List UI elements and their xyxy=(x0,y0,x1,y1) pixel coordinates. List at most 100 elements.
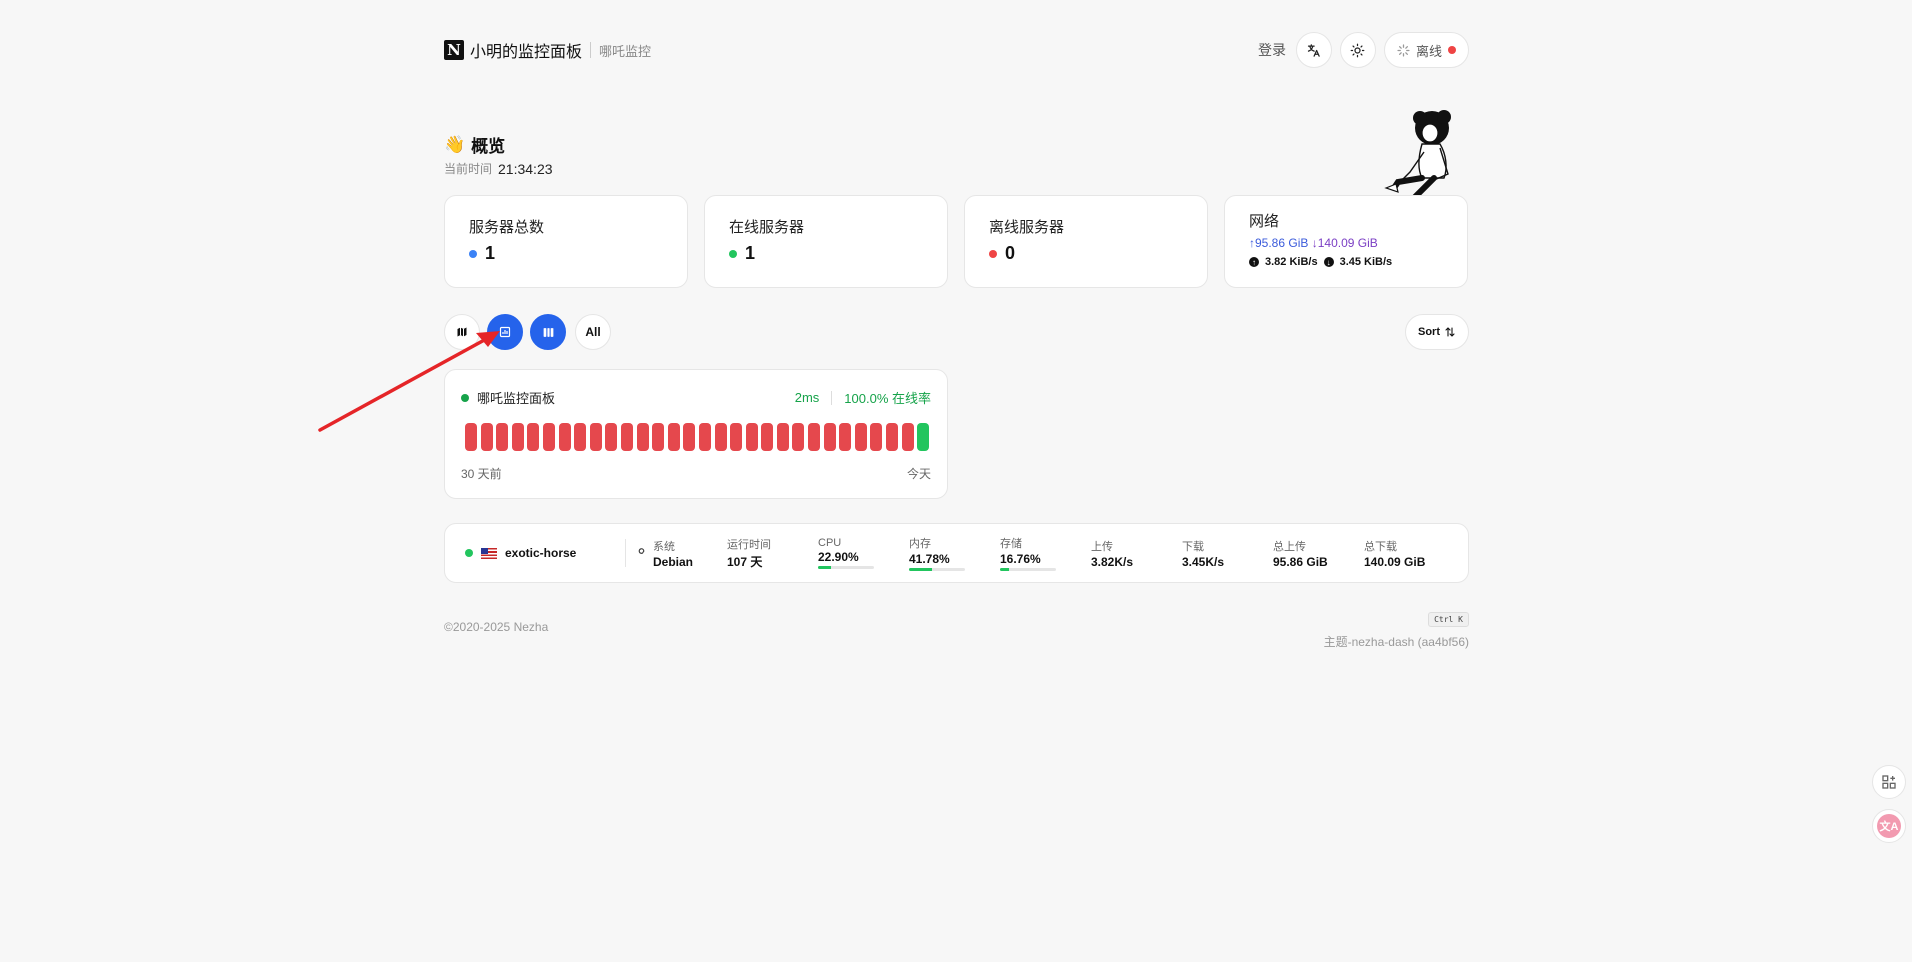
floating-translate-button[interactable]: 文A xyxy=(1872,809,1906,843)
uptime-day-bar[interactable] xyxy=(792,423,805,451)
total-servers-value: 1 xyxy=(485,243,496,263)
uptime-day-bar[interactable] xyxy=(698,423,711,451)
uptime-day-bar[interactable] xyxy=(761,423,774,451)
command-shortcut-hint[interactable]: Ctrl K xyxy=(1428,612,1469,627)
total-upload-label: 总上传 xyxy=(1273,540,1306,553)
current-time: 当前时间 21:34:23 xyxy=(444,160,553,177)
uptime-day-bar[interactable] xyxy=(714,423,727,451)
uptime-day-bar[interactable] xyxy=(496,423,509,451)
loading-spinner-icon xyxy=(1397,43,1410,57)
total-servers-card[interactable]: 服务器总数 1 xyxy=(444,195,688,288)
uptime-day-bar[interactable] xyxy=(854,423,867,451)
us-flag-icon xyxy=(481,547,497,559)
uptime-day-bar[interactable] xyxy=(558,423,571,451)
chart-view-button[interactable] xyxy=(487,314,523,350)
server-row[interactable]: exotic-horse 系统 Debian 运行时间 107 天 CPU 22… xyxy=(444,523,1469,583)
theme-info[interactable]: 主题-nezha-dash (aa4bf56) xyxy=(1324,633,1469,650)
online-servers-card[interactable]: 在线服务器 1 xyxy=(704,195,948,288)
filter-all-button[interactable]: All xyxy=(575,314,611,350)
uptime-day-bar[interactable] xyxy=(574,423,587,451)
uptime-day-bar[interactable] xyxy=(683,423,696,451)
service-monitor-card[interactable]: 哪吒监控面板 2ms 100.0% 在线率 30 天前 今天 xyxy=(444,369,948,499)
connection-status-label: 离线 xyxy=(1415,43,1442,59)
uptime-day-bar[interactable] xyxy=(652,423,665,451)
uptime-history-bars xyxy=(461,423,931,451)
total-upload-value: 95.86 GiB xyxy=(1273,554,1328,569)
disk-progress-bar xyxy=(1000,568,1056,571)
current-time-value: 21:34:23 xyxy=(498,160,553,177)
site-title[interactable]: 小明的监控面板 xyxy=(470,38,582,62)
disk-value: 16.76% xyxy=(1000,552,1041,566)
memory-column: 内存 41.78% xyxy=(909,535,1000,571)
system-column: 系统 Debian xyxy=(653,538,727,569)
uptime-day-bar[interactable] xyxy=(886,423,899,451)
uptime-day-bar[interactable] xyxy=(636,423,649,451)
uptime-day-bar[interactable] xyxy=(511,423,524,451)
connection-status[interactable]: 离线 xyxy=(1383,32,1469,68)
language-button[interactable] xyxy=(1295,32,1332,68)
monitor-latency: 2ms xyxy=(794,390,820,405)
uptime-day-bar[interactable] xyxy=(620,423,633,451)
monitor-status-dot xyxy=(461,393,469,402)
site-logo[interactable]: N xyxy=(444,40,464,60)
online-servers-label: 在线服务器 xyxy=(729,219,805,236)
offline-servers-dot xyxy=(989,249,997,258)
uptime-day-bar[interactable] xyxy=(589,423,602,451)
offline-servers-value: 0 xyxy=(1005,243,1016,263)
uptime-label: 运行时间 xyxy=(727,539,771,551)
copyright: ©2020-2025 Nezha xyxy=(444,620,549,634)
uptime-day-bar[interactable] xyxy=(480,423,493,451)
uptime-day-bar[interactable] xyxy=(730,423,743,451)
uptime-day-bar[interactable] xyxy=(917,423,930,451)
uptime-day-bar[interactable] xyxy=(839,423,852,451)
arrow-up-circle-icon: ↑ xyxy=(1249,257,1259,267)
offline-servers-card[interactable]: 离线服务器 0 xyxy=(964,195,1208,288)
uptime-day-bar[interactable] xyxy=(465,423,477,451)
server-name: exotic-horse xyxy=(505,546,577,560)
network-label: 网络 xyxy=(1249,213,1280,230)
columns-icon xyxy=(543,327,553,337)
uptime-day-bar[interactable] xyxy=(823,423,836,451)
uptime-day-bar[interactable] xyxy=(745,423,758,451)
status-dot xyxy=(1448,46,1456,54)
system-value: Debian xyxy=(653,554,694,569)
header-actions: 登录 离线 xyxy=(1258,32,1469,68)
uptime-day-bar[interactable] xyxy=(605,423,618,451)
online-servers-value: 1 xyxy=(745,243,756,263)
arrow-down-circle-icon: ↓ xyxy=(1323,257,1334,267)
network-download-total: ↓140.09 GiB xyxy=(1311,236,1378,250)
uptime-day-bar[interactable] xyxy=(870,423,883,451)
header: N 小明的监控面板 哪吒监控 登录 离线 xyxy=(444,32,1469,68)
history-start-label: 30 天前 xyxy=(461,467,502,481)
theme-toggle-button[interactable] xyxy=(1339,32,1376,68)
cpu-progress-fill xyxy=(818,566,831,569)
login-link[interactable]: 登录 xyxy=(1258,40,1286,60)
network-download-speed: 3.45 KiB/s xyxy=(1339,256,1393,268)
network-upload-speed: 3.82 KiB/s xyxy=(1265,256,1318,268)
upload-speed-value: 3.82K/s xyxy=(1091,554,1134,569)
server-online-dot xyxy=(465,549,473,557)
system-label: 系统 xyxy=(653,540,675,553)
sort-button[interactable]: Sort xyxy=(1405,314,1469,350)
overview-title: 概览 xyxy=(471,137,506,156)
total-download-column: 总下载 140.09 GiB xyxy=(1364,538,1455,569)
disk-label: 存储 xyxy=(1000,538,1022,550)
memory-value: 41.78% xyxy=(909,552,950,566)
uptime-day-bar[interactable] xyxy=(527,423,540,451)
current-time-label: 当前时间 xyxy=(444,162,493,176)
page-container: N 小明的监控面板 哪吒监控 登录 离线 👋 概览 当前时间 21:34:23 xyxy=(444,0,1469,962)
map-view-button[interactable] xyxy=(444,314,480,350)
memory-progress-fill xyxy=(909,568,933,571)
upload-speed-label: 上传 xyxy=(1091,540,1113,553)
uptime-day-bar[interactable] xyxy=(901,423,914,451)
uptime-day-bar[interactable] xyxy=(667,423,680,451)
uptime-value: 107 天 xyxy=(727,555,763,569)
uptime-day-bar[interactable] xyxy=(776,423,789,451)
monitor-name: 哪吒监控面板 xyxy=(477,391,556,406)
wave-icon: 👋 xyxy=(444,134,466,154)
total-servers-label: 服务器总数 xyxy=(469,219,545,236)
uptime-day-bar[interactable] xyxy=(542,423,555,451)
columns-view-button[interactable] xyxy=(530,314,566,350)
uptime-day-bar[interactable] xyxy=(808,423,821,451)
floating-apps-button[interactable] xyxy=(1872,765,1906,799)
